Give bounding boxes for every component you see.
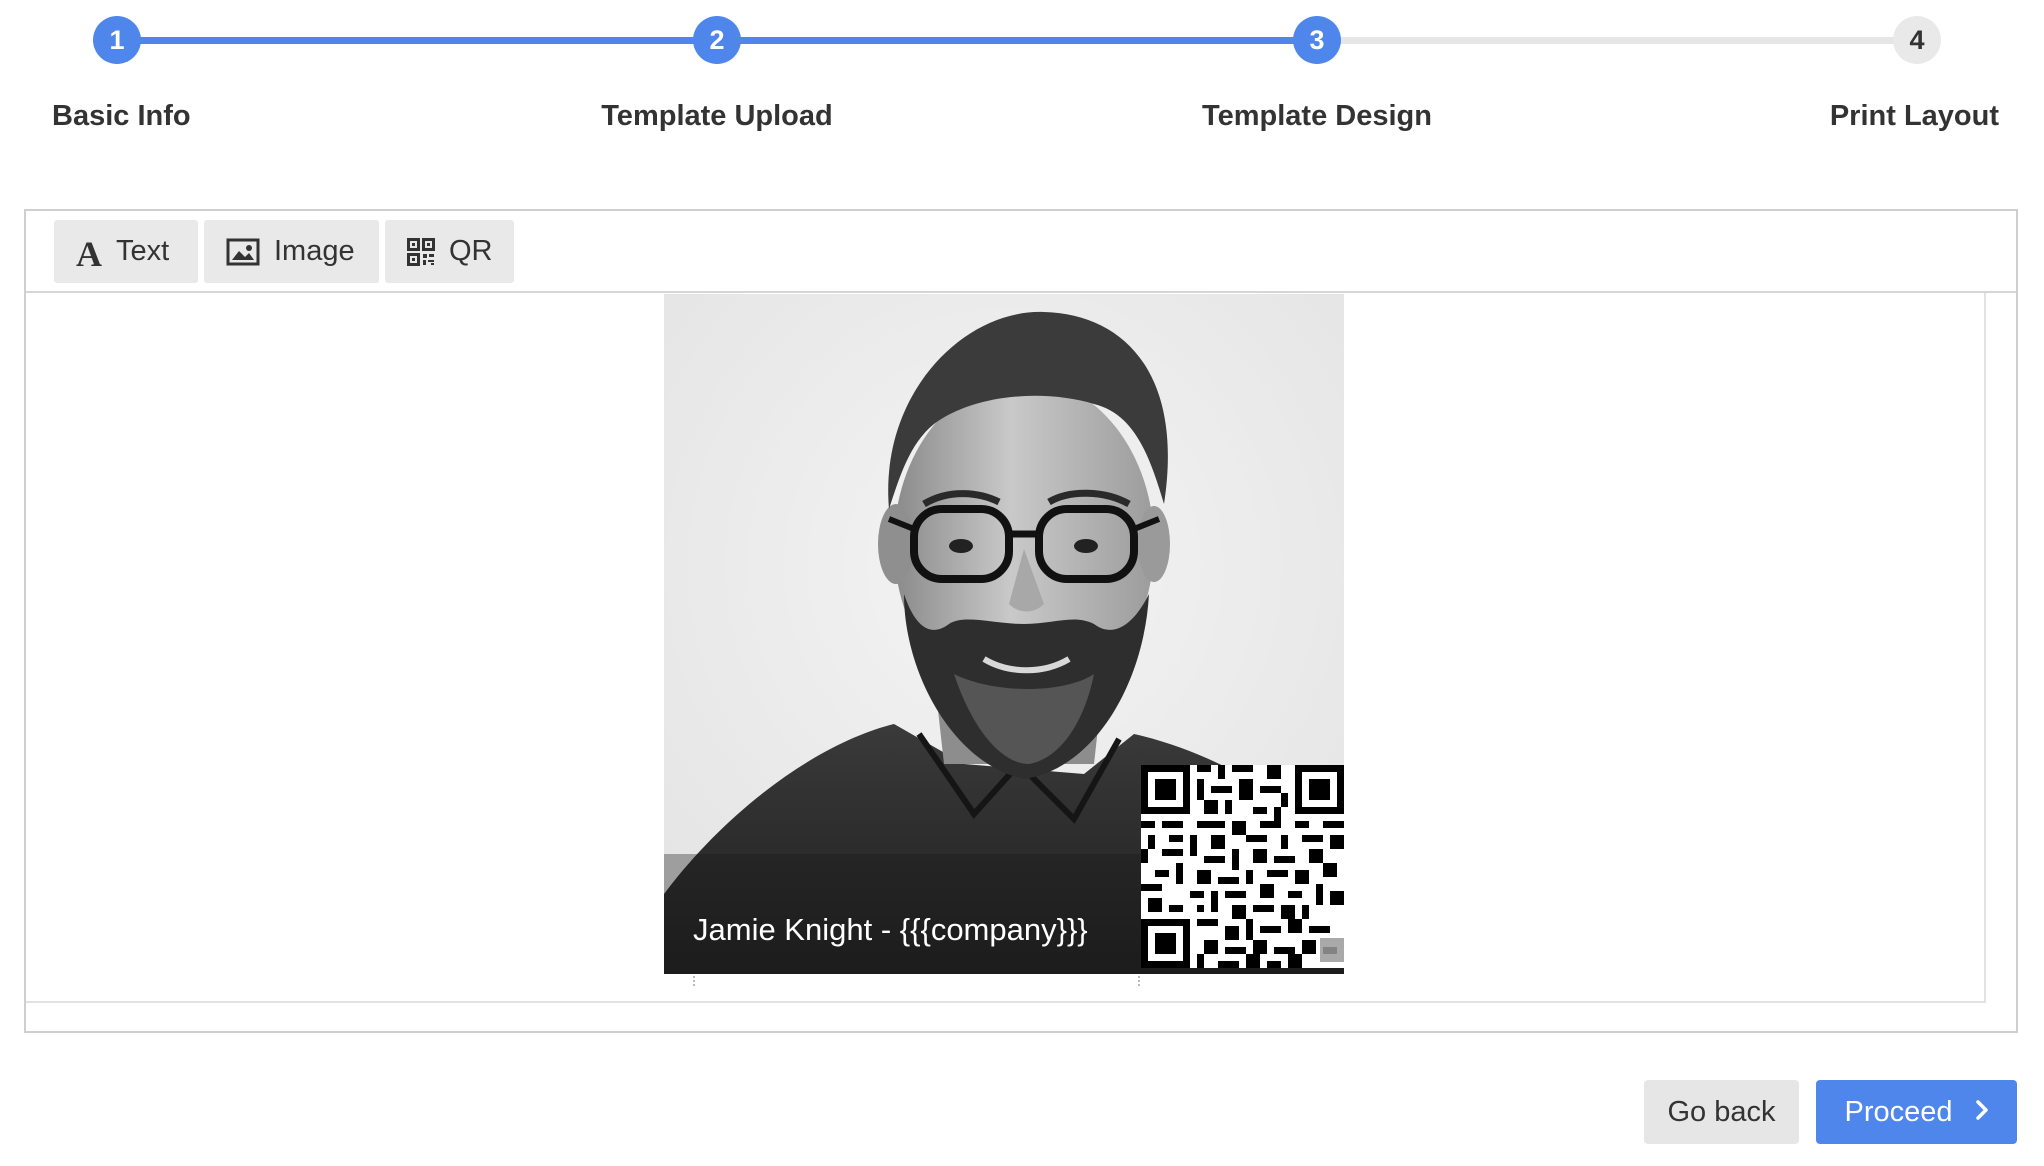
editor-toolbar: A Text Image QR [26, 211, 2016, 293]
step-3-indicator[interactable]: 3 [1293, 16, 1341, 64]
progress-stepper: 1 2 3 4 Basic Info Template Upload Templ… [0, 0, 2044, 160]
step-3-label: Template Design [1202, 100, 1432, 132]
text-guide-right [1138, 976, 1142, 986]
design-canvas: Jamie Knight - {{{company}}} [26, 293, 1986, 1003]
go-back-button[interactable]: Go back [1644, 1080, 1799, 1144]
step-2-indicator[interactable]: 2 [693, 16, 741, 64]
chevron-right-icon [1975, 1096, 1989, 1129]
proceed-label: Proceed [1844, 1095, 1953, 1128]
name-text-field[interactable]: Jamie Knight - {{{company}}} [693, 912, 1088, 948]
step-connector-1-2 [117, 37, 717, 44]
qr-code[interactable] [1141, 765, 1344, 968]
step-connector-2-3 [717, 37, 1317, 44]
step-1-label: Basic Info [52, 100, 191, 132]
go-back-label: Go back [1667, 1095, 1776, 1128]
step-4-indicator[interactable]: 4 [1893, 16, 1941, 64]
qr-code-icon [407, 237, 435, 266]
template-card[interactable]: Jamie Knight - {{{company}}} [664, 294, 1344, 974]
image-icon [226, 238, 260, 266]
add-image-label: Image [274, 235, 355, 267]
template-design-editor: A Text Image QR Jamie Knight - {{{compan… [24, 209, 2018, 1033]
add-qr-label: QR [449, 235, 493, 267]
step-4-label: Print Layout [1829, 100, 1999, 132]
qr-resize-handle[interactable] [1320, 938, 1344, 962]
step-2-label: Template Upload [601, 100, 833, 132]
text-guide-left [693, 976, 697, 986]
step-connector-3-4 [1317, 37, 1917, 44]
add-qr-button[interactable]: QR [385, 220, 514, 283]
text-icon: A [76, 233, 102, 274]
add-image-button[interactable]: Image [204, 220, 379, 283]
step-1-indicator[interactable]: 1 [93, 16, 141, 64]
design-canvas-scroll[interactable]: Jamie Knight - {{{company}}} [26, 293, 2016, 1031]
add-text-label: Text [116, 235, 170, 267]
add-text-button[interactable]: A Text [54, 220, 198, 283]
proceed-button[interactable]: Proceed [1816, 1080, 2017, 1144]
